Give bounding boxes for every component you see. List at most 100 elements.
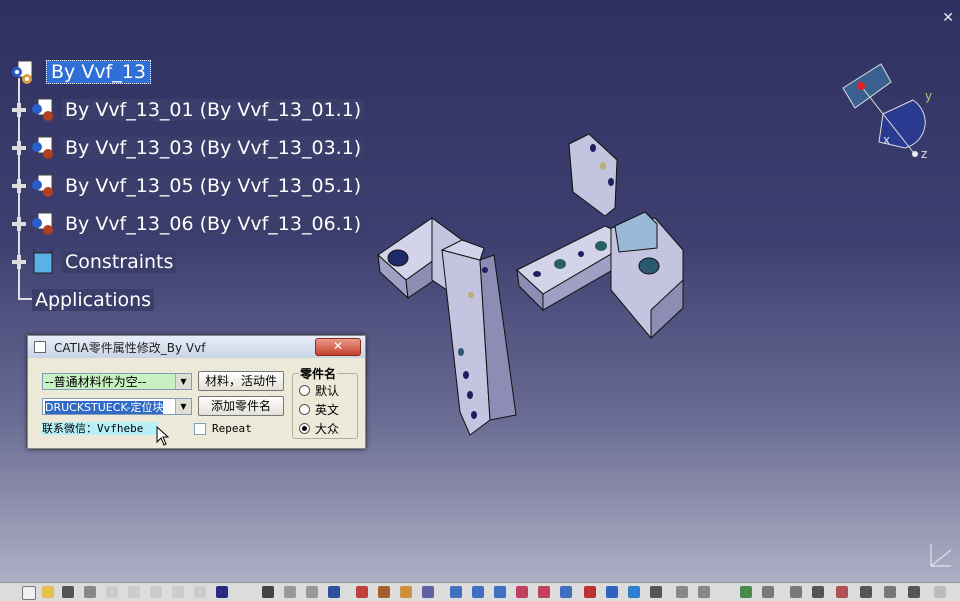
new-file-icon[interactable] (22, 586, 36, 600)
tree-root[interactable]: By Vvf_13 (8, 58, 151, 86)
radio-icon[interactable] (299, 404, 310, 415)
radio-dazhong[interactable]: 大众 (299, 420, 339, 437)
part-name-select-value: DRUCKSTUECK-定位块 (45, 401, 164, 414)
tool-icon[interactable] (698, 586, 710, 598)
compass-y-label: y (925, 89, 932, 103)
product-icon (12, 60, 33, 84)
group-title: 零件名 (299, 365, 338, 382)
radio-icon-selected[interactable] (299, 423, 310, 434)
shading-icon[interactable] (628, 586, 640, 598)
hide-show-icon[interactable] (650, 586, 662, 598)
part-property-dialog: CATIA零件属性修改_By Vvf ✕ --普通材料件为空-- ▼ 材料，活动… (27, 335, 366, 449)
tool-icon[interactable] (378, 586, 390, 598)
tree-item-constraints[interactable]: Constraints (12, 248, 177, 276)
mouse-cursor-icon (156, 426, 170, 446)
tool-icon[interactable] (812, 586, 824, 598)
tool-icon[interactable] (422, 586, 434, 598)
compass-icon[interactable]: y x z (833, 62, 933, 162)
tool-icon[interactable] (400, 586, 412, 598)
repeat-checkbox[interactable]: Repeat (194, 422, 252, 435)
tool-icon[interactable] (284, 586, 296, 598)
tree-item-applications[interactable]: Applications (32, 286, 155, 314)
material-select-value: --普通材料件为空-- (45, 375, 147, 389)
expand-icon[interactable] (12, 179, 26, 193)
radio-label: 大众 (315, 422, 340, 436)
zoom-out-icon[interactable] (538, 586, 550, 598)
iso-view-icon[interactable] (606, 586, 618, 598)
axis-triad-icon (930, 544, 952, 567)
tree-item-13-01[interactable]: By Vvf_13_01 (By Vvf_13_01.1) (12, 96, 365, 124)
material-select[interactable]: --普通材料件为空-- ▼ (42, 373, 192, 390)
tree-item-13-06[interactable]: By Vvf_13_06 (By Vvf_13_06.1) (12, 210, 365, 238)
tool-icon[interactable] (908, 586, 920, 598)
wechat-contact: 联系微信：Vvfhebe (42, 420, 158, 436)
radio-label: 英文 (315, 403, 340, 417)
normal-view-icon[interactable] (560, 586, 572, 598)
constraints-icon (33, 249, 53, 274)
rotate-icon[interactable] (494, 586, 506, 598)
material-active-button[interactable]: 材料，活动件 (198, 371, 284, 391)
tree-item-label[interactable]: Applications (32, 289, 155, 311)
repeat-label: Repeat (212, 422, 252, 435)
tree-item-13-03[interactable]: By Vvf_13_03 (By Vvf_13_03.1) (12, 134, 365, 162)
tree-item-label[interactable]: Constraints (62, 251, 177, 273)
tree-item-13-05[interactable]: By Vvf_13_05 (By Vvf_13_05.1) (12, 172, 365, 200)
radio-english[interactable]: 英文 (299, 401, 339, 418)
save-icon[interactable] (62, 586, 74, 598)
print-icon[interactable] (84, 586, 96, 598)
copy-icon[interactable] (128, 586, 140, 598)
tool-icon[interactable] (884, 586, 896, 598)
tool-icon[interactable] (836, 586, 848, 598)
tree-item-label[interactable]: By Vvf_13_03 (By Vvf_13_03.1) (62, 137, 365, 159)
wechat-label: 联系微信：Vvfhebe (42, 422, 158, 435)
zoom-in-icon[interactable] (516, 586, 528, 598)
pan-icon[interactable] (472, 586, 484, 598)
3d-viewport[interactable]: ✕ By Vvf_13 By Vvf_13_01 (By Vvf_13_01.1… (0, 0, 960, 582)
window-icon (34, 341, 46, 353)
bottom-toolbar (0, 582, 960, 601)
expand-icon[interactable] (12, 217, 26, 231)
radio-icon[interactable] (299, 385, 310, 396)
radio-default[interactable]: 默认 (299, 382, 339, 399)
product-icon (32, 98, 53, 121)
expand-icon[interactable] (12, 255, 26, 269)
tool-icon[interactable] (356, 586, 368, 598)
product-icon (32, 174, 53, 197)
fit-all-icon[interactable] (450, 586, 462, 598)
tool-icon[interactable] (676, 586, 688, 598)
dialog-close-button[interactable]: ✕ (315, 338, 361, 356)
part-name-select[interactable]: DRUCKSTUECK-定位块 ▼ (42, 398, 192, 415)
tree-root-label[interactable]: By Vvf_13 (46, 60, 151, 84)
tool-icon[interactable] (328, 586, 340, 598)
paste-icon[interactable] (150, 586, 162, 598)
compass-z-label: z (921, 147, 927, 161)
add-part-name-button[interactable]: 添加零件名 (198, 396, 284, 416)
tool-icon[interactable] (306, 586, 318, 598)
tool-icon[interactable] (740, 586, 752, 598)
redo-icon[interactable] (194, 586, 206, 598)
tree-item-label[interactable]: By Vvf_13_06 (By Vvf_13_06.1) (62, 213, 365, 235)
open-folder-icon[interactable] (42, 586, 54, 598)
part-model-right[interactable] (515, 130, 705, 350)
checkbox-box[interactable] (194, 422, 206, 435)
tool-icon[interactable] (762, 586, 774, 598)
part-name-group: 零件名 默认 英文 大众 (292, 365, 358, 439)
window-close-icon[interactable]: ✕ (942, 10, 954, 26)
tree-item-label[interactable]: By Vvf_13_01 (By Vvf_13_01.1) (62, 99, 365, 121)
expand-icon[interactable] (12, 103, 26, 117)
radio-label: 默认 (315, 384, 340, 398)
chevron-down-icon[interactable]: ▼ (175, 399, 191, 414)
whats-this-icon[interactable] (216, 586, 228, 598)
tool-icon[interactable] (262, 586, 274, 598)
product-icon (32, 136, 53, 159)
tool-icon[interactable] (790, 586, 802, 598)
tool-icon[interactable] (860, 586, 872, 598)
expand-icon[interactable] (12, 141, 26, 155)
dialog-title: CATIA零件属性修改_By Vvf (54, 340, 206, 355)
cut-icon[interactable] (106, 586, 118, 598)
tree-item-label[interactable]: By Vvf_13_05 (By Vvf_13_05.1) (62, 175, 365, 197)
chevron-down-icon[interactable]: ▼ (175, 374, 191, 389)
tool-icon[interactable] (584, 586, 596, 598)
undo-icon[interactable] (172, 586, 184, 598)
chevron-more-icon[interactable] (934, 586, 946, 598)
